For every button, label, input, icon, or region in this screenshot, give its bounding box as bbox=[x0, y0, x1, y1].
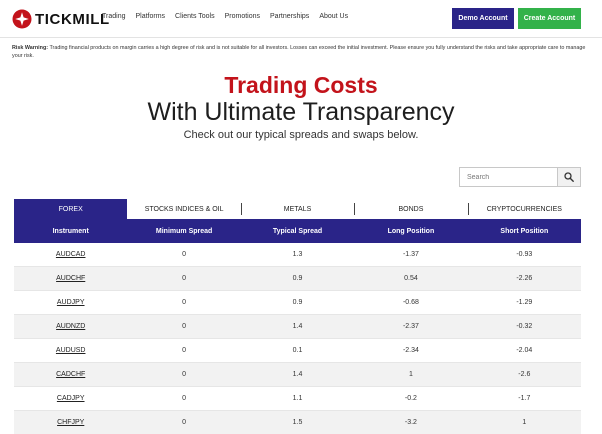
spreads-table: Instrument Minimum Spread Typical Spread… bbox=[14, 219, 581, 434]
minimum-spread-cell: 0 bbox=[182, 299, 187, 306]
tickmill-logo-icon bbox=[12, 9, 32, 29]
nav-partnerships[interactable]: Partnerships bbox=[270, 13, 309, 20]
instrument-link[interactable]: AUDUSD bbox=[14, 339, 127, 362]
minimum-spread-cell: 0 bbox=[182, 395, 187, 402]
long-position-cell: -0.2 bbox=[404, 395, 417, 402]
tab-bonds[interactable]: BONDS bbox=[354, 199, 467, 219]
instrument-tabs: FOREX STOCKS INDICES & OIL METALS BONDS … bbox=[14, 199, 581, 219]
long-position-cell: -2.37 bbox=[402, 323, 419, 330]
minimum-spread-cell: 0 bbox=[182, 323, 187, 330]
instrument-link[interactable]: CADCHF bbox=[14, 363, 127, 386]
tab-cryptocurrencies[interactable]: CRYPTOCURRENCIES bbox=[467, 199, 581, 219]
instrument-link[interactable]: AUDJPY bbox=[14, 291, 127, 314]
short-position-cell: -1.29 bbox=[516, 299, 533, 306]
long-position-cell: 1 bbox=[408, 371, 413, 378]
typical-spread-cell: 1.4 bbox=[292, 323, 303, 330]
site-header: TICKMILL Trading Platforms Clients Tools… bbox=[0, 0, 602, 38]
short-position-cell: -0.93 bbox=[516, 251, 533, 258]
short-position-cell: -0.32 bbox=[516, 323, 533, 330]
typical-spread-cell: 1.3 bbox=[292, 251, 303, 258]
tab-forex[interactable]: FOREX bbox=[14, 199, 128, 219]
search-input[interactable] bbox=[459, 167, 557, 187]
table-row: AUDJPY 0 0.9 -0.68 -1.29 bbox=[14, 291, 581, 315]
column-header-short-position: Short Position bbox=[500, 227, 549, 235]
table-row: AUDUSD 0 0.1 -2.34 -2.04 bbox=[14, 339, 581, 363]
table-row: AUDCAD 0 1.3 -1.37 -0.93 bbox=[14, 243, 581, 267]
long-position-cell: -0.68 bbox=[402, 299, 419, 306]
short-position-cell: -2.04 bbox=[516, 347, 533, 354]
short-position-cell: -2.6 bbox=[518, 371, 531, 378]
risk-warning-label: Risk Warning: bbox=[12, 45, 49, 51]
table-row: CADCHF 0 1.4 1 -2.6 bbox=[14, 363, 581, 387]
short-position-cell: 1 bbox=[522, 419, 527, 426]
tickmill-logo[interactable]: TICKMILL bbox=[12, 9, 110, 29]
nav-trading[interactable]: Trading bbox=[102, 13, 125, 20]
instrument-link[interactable]: AUDNZD bbox=[14, 315, 127, 338]
logo-text: TICKMILL bbox=[35, 10, 110, 28]
minimum-spread-cell: 0 bbox=[182, 275, 187, 282]
long-position-cell: -1.37 bbox=[402, 251, 419, 258]
typical-spread-cell: 0.9 bbox=[292, 299, 303, 306]
page-title-accent: Trading Costs bbox=[224, 72, 378, 98]
tab-metals[interactable]: METALS bbox=[240, 199, 354, 219]
search-button[interactable] bbox=[557, 167, 581, 187]
nav-about-us[interactable]: About Us bbox=[319, 13, 348, 20]
instrument-link[interactable]: CHFJPY bbox=[14, 411, 127, 434]
minimum-spread-cell: 0 bbox=[182, 251, 187, 258]
short-position-cell: -1.7 bbox=[518, 395, 531, 402]
search-box bbox=[459, 167, 581, 187]
table-row: AUDNZD 0 1.4 -2.37 -0.32 bbox=[14, 315, 581, 339]
main-nav: Trading Platforms Clients Tools Promotio… bbox=[102, 13, 348, 20]
short-position-cell: -2.26 bbox=[516, 275, 533, 282]
typical-spread-cell: 0.1 bbox=[292, 347, 303, 354]
page-title: With Ultimate Transparency bbox=[147, 98, 455, 126]
tab-stocks-indices-oil[interactable]: STOCKS INDICES & OIL bbox=[127, 199, 240, 219]
instrument-link[interactable]: AUDCAD bbox=[14, 243, 127, 266]
typical-spread-cell: 1.1 bbox=[292, 395, 303, 402]
search-icon bbox=[564, 172, 574, 182]
typical-spread-cell: 0.9 bbox=[292, 275, 303, 282]
long-position-cell: -2.34 bbox=[402, 347, 419, 354]
column-header-typical-spread: Typical Spread bbox=[272, 227, 323, 235]
long-position-cell: 0.54 bbox=[404, 275, 418, 282]
table-row: CADJPY 0 1.1 -0.2 -1.7 bbox=[14, 387, 581, 411]
table-row: CHFJPY 0 1.5 -3.2 1 bbox=[14, 411, 581, 434]
nav-clients-tools[interactable]: Clients Tools bbox=[175, 13, 215, 20]
minimum-spread-cell: 0 bbox=[182, 371, 187, 378]
column-header-long-position: Long Position bbox=[387, 227, 435, 235]
typical-spread-cell: 1.4 bbox=[292, 371, 303, 378]
nav-promotions[interactable]: Promotions bbox=[225, 13, 260, 20]
typical-spread-cell: 1.5 bbox=[292, 419, 303, 426]
table-header: Instrument Minimum Spread Typical Spread… bbox=[14, 219, 581, 243]
instrument-link[interactable]: AUDCHF bbox=[14, 267, 127, 290]
demo-account-button[interactable]: Demo Account bbox=[452, 8, 514, 29]
page-subtitle: Check out our typical spreads and swaps … bbox=[183, 129, 419, 141]
create-account-button[interactable]: Create Account bbox=[518, 8, 581, 29]
column-header-instrument: Instrument bbox=[52, 227, 89, 235]
minimum-spread-cell: 0 bbox=[182, 419, 187, 426]
column-header-minimum-spread: Minimum Spread bbox=[155, 227, 213, 235]
long-position-cell: -3.2 bbox=[404, 419, 417, 426]
nav-platforms[interactable]: Platforms bbox=[135, 13, 165, 20]
risk-warning: Risk Warning: Trading financial products… bbox=[12, 45, 590, 60]
risk-warning-text: Trading financial products on margin car… bbox=[12, 45, 586, 59]
instrument-link[interactable]: CADJPY bbox=[14, 387, 127, 410]
minimum-spread-cell: 0 bbox=[182, 347, 187, 354]
table-row: AUDCHF 0 0.9 0.54 -2.26 bbox=[14, 267, 581, 291]
